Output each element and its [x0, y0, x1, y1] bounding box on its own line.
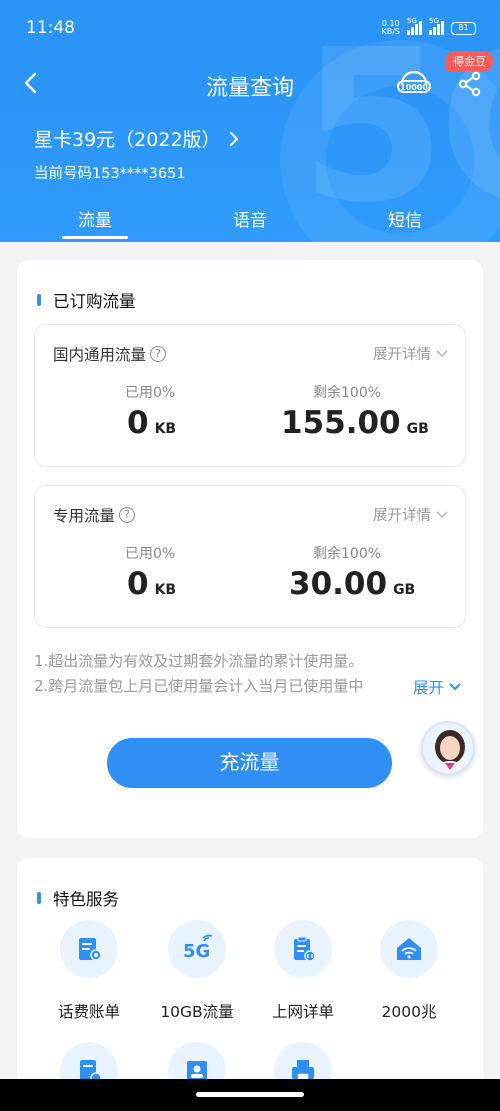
expand-details-label: 展开详情: [373, 347, 431, 363]
section-title-text: 已订购流量: [53, 292, 136, 311]
chevron-down-icon: [449, 683, 461, 691]
remaining-unit: GB: [393, 582, 416, 598]
subscribed-data-card: 已订购流量 国内通用流量 ? 展开详情 已用0% 剩余100% 0 KB 155…: [17, 260, 483, 838]
system-navigation-bar: [0, 1079, 500, 1111]
header: 5G 11:48 0.10 KB/S 5G 5G 81 流量查询: [0, 0, 500, 242]
chevron-right-icon: [229, 131, 238, 146]
assistant-avatar[interactable]: [421, 721, 475, 775]
note-line-2: 2.跨月流量包上月已使用量会计入当月已使用量中: [34, 677, 364, 695]
share-icon[interactable]: [456, 70, 484, 98]
sim1-label: 5G: [407, 17, 417, 25]
expand-notes-button[interactable]: 展开: [413, 676, 462, 698]
section-title-services: 特色服务: [37, 886, 119, 910]
service-2000m-label: 2000兆: [381, 1003, 437, 1021]
usage-detail-icon: [274, 920, 332, 978]
section-title-subscribed: 已订购流量: [37, 288, 136, 312]
used-value: 0: [127, 566, 149, 602]
active-tab-indicator: [62, 236, 128, 239]
service-bill-label: 话费账单: [57, 1003, 120, 1021]
net-speed-unit: KB/S: [381, 27, 400, 36]
expand-details-button[interactable]: 展开详情: [373, 504, 449, 525]
usage-notes: 1.超出流量为有效及过期套外流量的累计使用量。 2.跨月流量包上月已使用量会计入…: [34, 649, 474, 699]
current-phone-number: 当前号码153****3651: [34, 166, 186, 182]
service-bill[interactable]: 话费账单: [39, 920, 139, 1022]
help-icon[interactable]: ?: [119, 507, 136, 523]
remaining-unit: GB: [406, 421, 429, 437]
expand-details-button[interactable]: 展开详情: [373, 343, 449, 364]
remaining-value: 30.00: [289, 566, 388, 602]
dedicated-data-label: 专用流量: [53, 507, 116, 525]
signal-sim2-icon: 5G: [429, 17, 444, 35]
remaining-value: 155.00: [281, 405, 401, 441]
recharge-data-button[interactable]: 充流量: [107, 738, 392, 788]
service-10gb-label: 10GB流量: [160, 1003, 234, 1021]
domestic-data-name: 国内通用流量 ?: [53, 343, 167, 365]
service-2000m[interactable]: 2000兆: [359, 920, 459, 1022]
chevron-down-icon: [436, 510, 448, 518]
svg-text:5G: 5G: [183, 941, 210, 962]
status-bar: 11:48 0.10 KB/S 5G 5G 81: [0, 0, 500, 56]
used-percent: 已用0%: [125, 546, 176, 562]
dedicated-data-name: 专用流量 ?: [53, 504, 136, 526]
5g-icon: 5G: [168, 920, 226, 978]
service-usage-detail[interactable]: 上网详单: [253, 920, 353, 1022]
signal-sim1-icon: 5G: [407, 17, 422, 35]
home-indicator[interactable]: [196, 1092, 304, 1097]
used-amount: 0 KB: [127, 566, 176, 602]
service-usage-detail-label: 上网详单: [271, 1003, 334, 1021]
remaining-percent: 剩余100%: [313, 546, 382, 562]
gold-bean-badge[interactable]: 得金豆: [446, 51, 493, 71]
net-speed: 0.10 KB/S: [381, 20, 400, 36]
used-amount: 0 KB: [127, 405, 176, 441]
battery-icon: 81: [451, 21, 476, 35]
bill-icon: [60, 920, 118, 978]
used-value: 0: [127, 405, 149, 441]
remaining-amount: 30.00 GB: [289, 566, 415, 602]
special-services-card: 特色服务 话费账单 5G 10GB流量 上网详单 2000兆: [17, 858, 483, 1111]
dedicated-data-box: 专用流量 ? 展开详情 已用0% 剩余100% 0 KB 30.00 GB: [34, 485, 466, 628]
domestic-data-label: 国内通用流量: [53, 346, 147, 364]
used-unit: KB: [154, 421, 177, 437]
tab-data[interactable]: 流量: [45, 206, 145, 231]
wifi-home-icon: [380, 920, 438, 978]
expand-notes-label: 展开: [413, 679, 445, 697]
chevron-down-icon: [436, 349, 448, 357]
title-accent-bar: [37, 294, 41, 306]
service-10gb[interactable]: 5G 10GB流量: [147, 920, 247, 1022]
status-time: 11:48: [26, 18, 75, 38]
customer-service-10000-icon[interactable]: 10000: [396, 68, 432, 98]
expand-details-label: 展开详情: [373, 508, 431, 524]
tab-bar: 流量 语音 短信: [0, 206, 500, 242]
battery-level: 81: [458, 22, 469, 32]
title-accent-bar: [37, 892, 41, 904]
domestic-data-box: 国内通用流量 ? 展开详情 已用0% 剩余100% 0 KB 155.00 GB: [34, 324, 466, 467]
remaining-percent: 剩余100%: [313, 385, 382, 401]
plan-name[interactable]: 星卡39元（2022版）: [34, 125, 241, 152]
remaining-amount: 155.00 GB: [281, 405, 429, 441]
svg-text:10000: 10000: [400, 83, 428, 92]
plan-name-text: 星卡39元（2022版）: [34, 129, 221, 151]
tab-voice[interactable]: 语音: [200, 206, 300, 231]
sim2-label: 5G: [429, 17, 439, 25]
services-title-text: 特色服务: [53, 890, 119, 909]
status-icons: 0.10 KB/S 5G 5G 81: [381, 17, 476, 36]
note-line-1: 1.超出流量为有效及过期套外流量的累计使用量。: [34, 652, 364, 670]
used-percent: 已用0%: [125, 385, 176, 401]
used-unit: KB: [154, 582, 177, 598]
tab-sms[interactable]: 短信: [355, 206, 455, 231]
note-line-2-wrap: 2.跨月流量包上月已使用量会计入当月已使用量中: [34, 674, 466, 699]
help-icon[interactable]: ?: [150, 346, 167, 362]
